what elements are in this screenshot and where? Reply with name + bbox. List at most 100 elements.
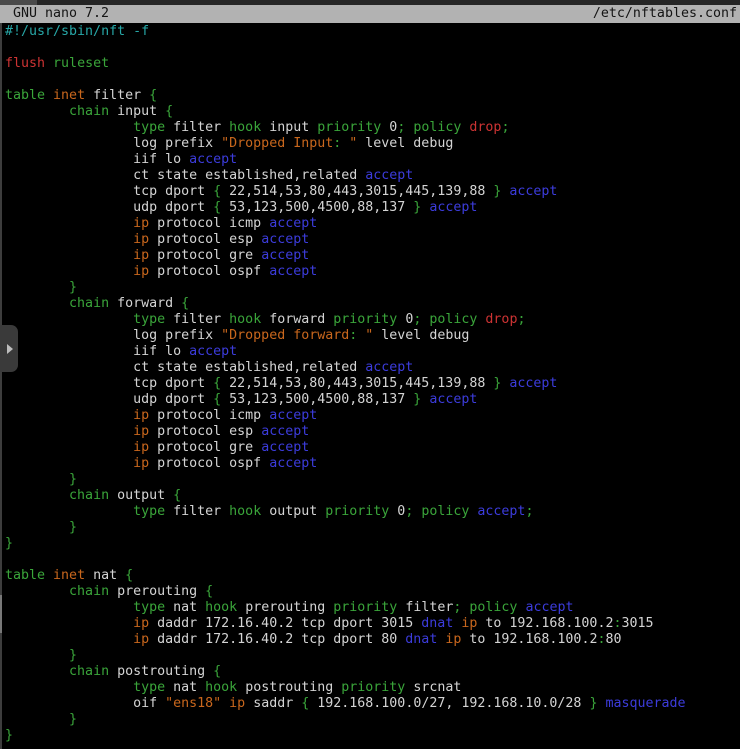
editor-line <box>5 40 740 56</box>
code-segment: 80 <box>605 632 621 647</box>
editor-line: } <box>5 520 740 536</box>
code-segment <box>5 648 69 663</box>
code-segment: accept <box>261 424 309 439</box>
code-segment: accept <box>269 216 317 231</box>
code-segment <box>5 296 69 311</box>
code-segment <box>5 440 133 455</box>
code-segment <box>5 472 69 487</box>
code-segment: { <box>213 200 221 215</box>
editor-line: log prefix "Dropped Input: " level debug <box>5 136 740 152</box>
editor-line: } <box>5 280 740 296</box>
code-segment: accept <box>261 440 309 455</box>
code-segment: inet <box>53 568 85 583</box>
code-segment: to 192.168.100.2 <box>461 632 597 647</box>
code-segment: 53,123,500,4500,88,137 <box>221 392 413 407</box>
editor-line: type nat hook postrouting priority srcna… <box>5 680 740 696</box>
editor-line: } <box>5 712 740 728</box>
code-segment: ip <box>133 456 149 471</box>
code-segment: { <box>125 568 133 583</box>
code-segment: chain <box>69 664 109 679</box>
code-segment: flush <box>5 56 45 71</box>
code-segment: " <box>341 136 357 151</box>
expand-arrow-icon <box>7 344 13 354</box>
code-segment <box>5 712 69 727</box>
editor-line: ip protocol esp accept <box>5 424 740 440</box>
code-segment <box>5 664 69 679</box>
code-segment: priority <box>341 680 405 695</box>
code-segment <box>5 488 69 503</box>
code-segment: postrouting <box>109 664 213 679</box>
code-segment: dnat <box>421 616 453 631</box>
code-segment <box>5 312 133 327</box>
code-segment: priority <box>317 120 381 135</box>
editor-line: ip daddr 172.16.40.2 tcp dport 80 dnat i… <box>5 632 740 648</box>
code-segment: forward <box>261 312 333 327</box>
editor-line: tcp dport { 22,514,53,80,443,3015,445,13… <box>5 376 740 392</box>
code-segment: type <box>133 504 165 519</box>
code-segment: nat <box>165 600 205 615</box>
editor-line: table inet nat { <box>5 568 740 584</box>
code-segment: filter <box>165 504 229 519</box>
editor-line: ip daddr 172.16.40.2 tcp dport 3015 dnat… <box>5 616 740 632</box>
editor-line: ip protocol ospf accept <box>5 264 740 280</box>
code-segment: prerouting <box>109 584 205 599</box>
editor-line: log prefix "Dropped forward: " level deb… <box>5 328 740 344</box>
editor-line: ip protocol gre accept <box>5 440 740 456</box>
editor-line: ip protocol esp accept <box>5 232 740 248</box>
editor-line <box>5 552 740 568</box>
code-segment: level debug <box>357 136 453 151</box>
code-segment: ip <box>229 696 245 711</box>
code-segment: hook <box>229 312 261 327</box>
scrollbar-track[interactable] <box>0 23 2 749</box>
code-segment: hook <box>205 600 237 615</box>
code-segment: ip <box>133 424 149 439</box>
code-segment: protocol esp <box>149 232 261 247</box>
code-segment: { <box>205 584 213 599</box>
code-segment: ; <box>517 312 525 327</box>
code-segment: { <box>181 296 189 311</box>
code-segment: dnat <box>405 632 437 647</box>
code-segment: ct state established,related <box>5 360 365 375</box>
code-segment: "ens18" <box>165 696 221 711</box>
code-segment: hook <box>229 120 261 135</box>
code-segment: } <box>69 520 77 535</box>
code-segment: accept <box>189 152 237 167</box>
control-bar-handle[interactable] <box>0 325 18 372</box>
editor-text-area[interactable]: #!/usr/sbin/nft -f flush ruleset table i… <box>0 23 740 749</box>
code-segment: udp dport <box>5 200 213 215</box>
editor-line: } <box>5 728 740 744</box>
code-segment <box>5 680 133 695</box>
code-segment: priority <box>325 504 389 519</box>
code-segment: ip <box>133 632 149 647</box>
editor-line: oif "ens18" ip saddr { 192.168.100.0/27,… <box>5 696 740 712</box>
code-segment: output <box>261 504 325 519</box>
code-segment <box>45 56 53 71</box>
code-segment: prerouting <box>237 600 333 615</box>
code-segment: ip <box>133 616 149 631</box>
code-segment: chain <box>69 488 109 503</box>
code-segment: table <box>5 88 45 103</box>
code-segment: accept <box>269 264 317 279</box>
code-segment: ip <box>133 264 149 279</box>
code-segment: { <box>213 184 221 199</box>
code-segment: "Dropped Input <box>221 136 333 151</box>
scrollbar-thumb[interactable] <box>0 595 2 633</box>
code-segment: masquerade <box>605 696 685 711</box>
code-segment: ; <box>501 120 509 135</box>
editor-line: type nat hook prerouting priority filter… <box>5 600 740 616</box>
code-segment: input <box>261 120 317 135</box>
editor-line: type filter hook input priority 0; polic… <box>5 120 740 136</box>
code-segment: tcp dport <box>5 376 213 391</box>
code-segment: } <box>69 648 77 663</box>
app-version-title: GNU nano 7.2 <box>0 5 109 23</box>
code-segment: ip <box>133 440 149 455</box>
code-segment: iif lo <box>5 152 189 167</box>
editor-line: } <box>5 648 740 664</box>
code-segment: accept <box>269 456 317 471</box>
editor-line: chain postrouting { <box>5 664 740 680</box>
code-segment: to 192.168.100.2 <box>477 616 613 631</box>
editor-line: type filter hook forward priority 0; pol… <box>5 312 740 328</box>
code-segment: ip <box>461 616 477 631</box>
code-segment <box>45 568 53 583</box>
code-segment: ct state established,related <box>5 168 365 183</box>
